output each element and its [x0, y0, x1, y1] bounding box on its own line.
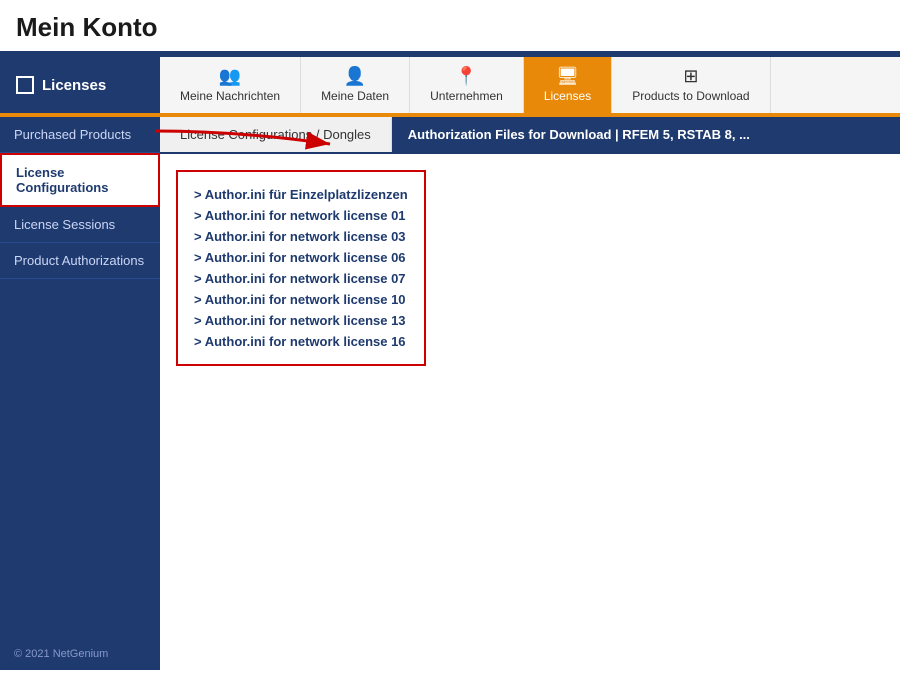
auth-file-link-03[interactable]: > Author.ini for network license 03 — [194, 226, 408, 247]
licenses-icon: 🖥 — [556, 67, 579, 85]
auth-file-link-13[interactable]: > Author.ini for network license 13 — [194, 310, 408, 331]
nav-bar: Licenses 👥 Meine Nachrichten 👤 Meine Dat… — [0, 57, 900, 113]
nav-item-label: Licenses — [544, 89, 591, 103]
auth-file-link-einzelplatz[interactable]: > Author.ini für Einzelplatzlizenzen — [194, 184, 408, 205]
page-title: Mein Konto — [0, 0, 900, 51]
auth-file-link-06[interactable]: > Author.ini for network license 06 — [194, 247, 408, 268]
nav-logo-text: Licenses — [42, 77, 106, 94]
nav-item-products-to-download[interactable]: ⊞ Products to Download — [612, 57, 770, 113]
sidebar-item-product-authorizations[interactable]: Product Authorizations — [0, 243, 160, 279]
sub-nav-header: Authorization Files for Download | RFEM … — [392, 117, 900, 152]
nav-items: 👥 Meine Nachrichten 👤 Meine Daten 📍 Unte… — [160, 57, 900, 113]
auth-file-link-01[interactable]: > Author.ini for network license 01 — [194, 205, 408, 226]
sidebar-item-license-configurations[interactable]: License Configurations — [0, 153, 160, 207]
nav-logo-section[interactable]: Licenses — [0, 57, 160, 113]
sub-nav-license-configurations-dongles[interactable]: License Configurations / Dongles — [160, 117, 392, 152]
nav-item-meine-daten[interactable]: 👤 Meine Daten — [301, 57, 410, 113]
nav-item-label: Unternehmen — [430, 89, 503, 103]
nav-item-licenses[interactable]: 🖥 Licenses — [524, 57, 612, 113]
sidebar: Purchased Products License Configuration… — [0, 117, 160, 670]
auth-file-link-07[interactable]: > Author.ini for network license 07 — [194, 268, 408, 289]
products-download-icon: ⊞ — [683, 67, 698, 85]
auth-file-link-10[interactable]: > Author.ini for network license 10 — [194, 289, 408, 310]
sub-nav: License Configurations / Dongles Authori… — [160, 117, 900, 154]
content-area: License Configurations / Dongles Authori… — [160, 117, 900, 670]
nav-item-unternehmen[interactable]: 📍 Unternehmen — [410, 57, 524, 113]
nav-item-meine-nachrichten[interactable]: 👥 Meine Nachrichten — [160, 57, 301, 113]
nav-item-label: Meine Daten — [321, 89, 389, 103]
auth-files-box: > Author.ini für Einzelplatzlizenzen > A… — [176, 170, 426, 366]
nav-logo-label: Licenses — [16, 76, 106, 94]
nav-item-label: Meine Nachrichten — [180, 89, 280, 103]
meine-daten-icon: 👤 — [344, 67, 366, 85]
licenses-nav-icon — [16, 76, 34, 94]
sidebar-copyright: © 2021 NetGenium — [0, 638, 160, 670]
auth-file-link-16[interactable]: > Author.ini for network license 16 — [194, 331, 408, 352]
nav-item-label: Products to Download — [632, 89, 749, 103]
main-layout: Purchased Products License Configuration… — [0, 117, 900, 670]
meine-nachrichten-icon: 👥 — [219, 67, 241, 85]
sidebar-item-purchased-products[interactable]: Purchased Products — [0, 117, 160, 153]
unternehmen-icon: 📍 — [455, 67, 477, 85]
sidebar-item-license-sessions[interactable]: License Sessions — [0, 207, 160, 243]
